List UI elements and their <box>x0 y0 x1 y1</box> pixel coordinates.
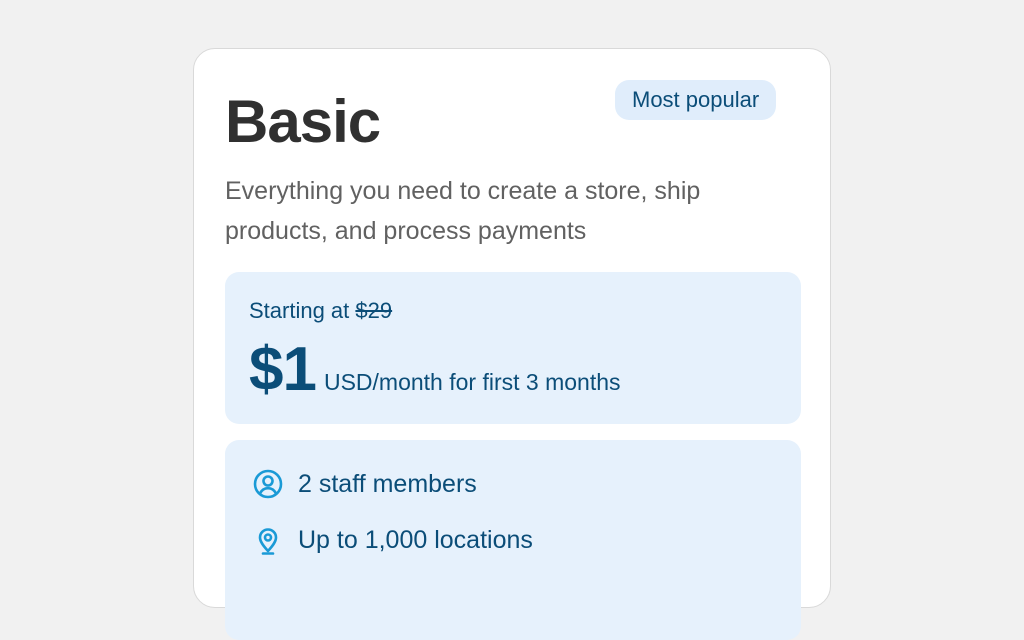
plan-title: Basic <box>225 88 381 155</box>
feature-staff-members: 2 staff members <box>252 468 477 500</box>
starting-prefix: Starting at <box>249 298 350 323</box>
price-row: $1 USD/month for first 3 months <box>249 334 621 405</box>
location-pin-icon <box>252 524 284 556</box>
current-price: $1 <box>249 335 317 404</box>
user-circle-icon <box>252 468 284 500</box>
pricing-card: Basic Most popular Everything you need t… <box>193 48 831 640</box>
price-period: USD/month for first 3 months <box>323 369 621 395</box>
feature-locations: Up to 1,000 locations <box>252 524 533 556</box>
starting-at-text: Starting at $29 <box>249 298 392 324</box>
features-panel: 2 staff members Up to 1,000 locations <box>225 440 801 640</box>
original-price: $29 <box>355 298 393 323</box>
feature-label: 2 staff members <box>298 469 477 498</box>
plan-description: Everything you need to create a store, s… <box>225 177 701 245</box>
most-popular-badge: Most popular <box>615 80 777 120</box>
price-panel: Starting at $29 $1 USD/month for first 3… <box>225 272 801 424</box>
feature-label: Up to 1,000 locations <box>298 525 533 554</box>
